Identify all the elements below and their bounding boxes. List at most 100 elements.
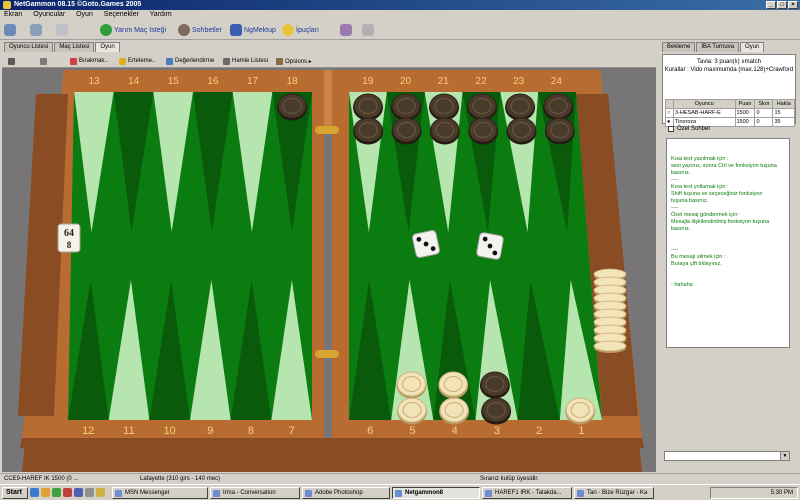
die[interactable] [476,232,504,260]
dark-checker[interactable] [543,93,573,119]
menu-secenekler[interactable]: Seçenekler [104,11,139,18]
checkbox-box[interactable] [668,126,674,132]
undo-button[interactable] [8,56,15,66]
taskbar-button[interactable]: HAREF1 IRK - Tatakda... [482,487,572,499]
app-icon[interactable] [96,488,105,497]
white-checker[interactable] [565,397,595,423]
ie-icon[interactable] [30,488,39,497]
monitor-button[interactable] [4,23,16,37]
taskbar-button[interactable]: Irma - Conversation [210,487,300,499]
app-icon[interactable] [85,488,94,497]
media-icon[interactable] [63,488,72,497]
dark-checker[interactable] [481,397,511,423]
menu-yardim[interactable]: Yardım [150,11,172,18]
tab-game-right[interactable]: Oyun [740,42,765,52]
maximize-button[interactable]: □ [777,1,787,9]
dark-checker[interactable] [429,93,459,119]
taskbar-button[interactable]: Netgammon8 [392,487,480,499]
die[interactable] [412,230,440,258]
dark-checker[interactable] [545,117,575,143]
right-frame-edge [332,438,644,448]
players-table: Oyuncu Puan Skor Hakla ○ 3-HESAB-HARF-E … [665,99,795,127]
backgammon-board[interactable]: 13 14 15 16 17 18 19 20 21 22 23 2412 11 10 9 8 7 6 5 4 3 2 16… [2,68,656,472]
window-button[interactable] [56,23,68,37]
tips-button[interactable]: İpuçları [282,23,319,37]
game-toolbar: Bırakmak.. Erteleme.. Değerlendirme Haml… [2,54,656,68]
dark-checker[interactable] [467,93,497,119]
lightbulb-icon [282,24,294,36]
tab-match-list[interactable]: Maç Listesi [54,42,95,52]
taskbar-button[interactable]: Tan - Bize Rüzgar - Ka [574,487,654,499]
chat-line: ---- [671,177,679,183]
chat-line: Mesajla ilişkilendirilmiş fonksiyon tuşu… [671,219,770,225]
chat-toggle-button[interactable] [40,56,47,66]
chat-icon [40,57,47,65]
point-label: 4 [452,425,458,437]
status-bar: CCE9-HAREF IK 1500 (0 ... Lafayette (310… [0,473,800,484]
arrow-button[interactable] [362,23,374,37]
taskbar-button[interactable]: MSN Messenger [112,487,208,499]
chats-button[interactable]: Sohbetler [178,23,222,37]
ngmektup-button[interactable]: NgMektup [230,23,276,37]
tab-game[interactable]: Oyun [95,42,120,52]
chats-label: Sohbetler [192,26,222,34]
dark-checker[interactable] [505,93,535,119]
private-chat-checkbox[interactable]: Özel Sohbet [668,126,710,132]
desktop-icon[interactable] [74,488,83,497]
dark-checker[interactable] [353,93,383,119]
clock-icon [119,57,126,65]
left-tab-strip: Oyuncu Listesi Maç Listesi Oyun [4,42,121,52]
close-button[interactable]: × [788,1,798,9]
chevron-down-icon[interactable]: ▼ [780,452,789,460]
tips-label: İpuçları [296,26,319,34]
player-rating: 1500 [734,117,756,127]
chat-input[interactable]: ▼ [664,451,790,461]
postpone-button[interactable]: Erteleme.. [119,56,155,66]
tab-iba-tournament[interactable]: İBA Turnuva [696,42,740,52]
dark-checker[interactable] [430,117,460,143]
clock: 5:30 PM [770,490,793,496]
white-checker[interactable] [438,371,468,397]
screen-icon [340,24,352,36]
white-checker[interactable] [439,397,469,423]
dark-checker[interactable] [277,93,307,119]
folder-icon[interactable] [41,488,50,497]
menu-oyuncular[interactable]: Oyuncular [33,11,65,18]
start-button[interactable]: Start [2,487,28,499]
screen-button[interactable] [340,23,352,37]
hinge-bottom [315,350,339,358]
chat-log[interactable]: Kısa text yazılmak için : sezi yazınız, s… [666,138,790,348]
options-label: Opsions ▸ [285,58,312,65]
tab-player-list[interactable]: Oyuncu Listesi [4,42,54,52]
evaluation-button[interactable]: Değerlendirme [166,56,214,66]
right-tab-strip: Bekleme İBA Turnuva Oyun [662,42,765,52]
dark-checker[interactable] [468,117,498,143]
network-button[interactable] [30,23,42,37]
dark-checker[interactable] [392,117,422,143]
dark-checker[interactable] [480,371,510,397]
options-button[interactable]: Opsions ▸ [276,56,312,66]
arrow-icon [362,24,374,36]
dark-checker[interactable] [507,117,537,143]
menu-ekran[interactable]: Ekran [4,11,22,18]
resign-label: Bırakmak.. [79,58,108,64]
dark-checker[interactable] [353,117,383,143]
white-checker[interactable] [397,397,427,423]
tab-waiting[interactable]: Bekleme [662,42,696,52]
dark-checker[interactable] [391,93,421,119]
resign-button[interactable]: Bırakmak.. [70,56,108,66]
point-label: 23 [513,76,525,87]
chat-line [671,233,785,240]
minimize-button[interactable]: _ [766,1,776,9]
taskbar-button[interactable]: Adobe Photoshop [302,487,390,499]
messenger-icon[interactable] [52,488,61,497]
point-label: 15 [168,76,180,87]
white-checker[interactable] [397,371,427,397]
move-list-button[interactable]: Hamle Listesi [223,56,268,66]
menu-oyun[interactable]: Oyun [76,11,93,18]
flag-icon [70,57,77,65]
point-label: 5 [409,425,415,437]
half-match-request-button[interactable]: Yarım Maç İsteği [100,23,166,37]
point-label: 2 [536,425,542,437]
player-row[interactable]: ○ 3-HESAB-HARF-E 1500 0 15 [665,108,795,118]
